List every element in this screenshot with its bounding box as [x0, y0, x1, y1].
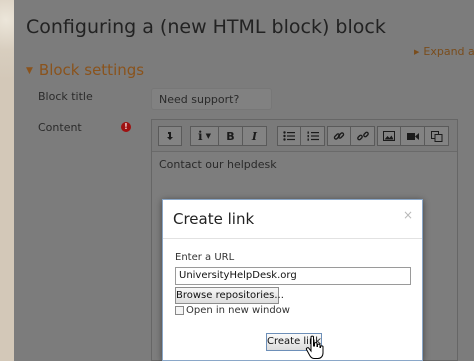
italic-label: I — [251, 129, 258, 143]
unlink-icon[interactable] — [351, 126, 375, 146]
bold-label: B — [226, 129, 235, 143]
collapse-caret-icon: ▼ — [26, 66, 33, 76]
collapse-toolbar-icon[interactable] — [158, 126, 182, 146]
unordered-list-icon[interactable] — [277, 126, 301, 146]
create-link-dialog: Create link × Enter a URL UniversityHelp… — [162, 199, 423, 361]
image-icon[interactable] — [377, 126, 401, 146]
block-title-input[interactable]: Need support? — [151, 88, 272, 110]
content-label: Content — [38, 121, 82, 134]
browse-repositories-button[interactable]: Browse repositories... — [175, 287, 284, 304]
url-label: Enter a URL — [175, 252, 235, 263]
media-icon[interactable] — [401, 126, 425, 146]
close-icon[interactable]: × — [403, 208, 413, 222]
ordered-list-icon[interactable] — [301, 126, 325, 146]
link-icon[interactable] — [327, 126, 351, 146]
dialog-title: Create link — [173, 210, 255, 228]
block-settings-label: Block settings — [38, 61, 145, 79]
open-new-window-option[interactable]: Open in new window — [175, 305, 290, 316]
expand-all-link[interactable]: ▶Expand all — [414, 45, 474, 58]
open-new-window-label: Open in new window — [186, 305, 290, 316]
url-input[interactable]: UniversityHelpDesk.org — [175, 267, 411, 285]
italic-icon[interactable]: I — [243, 126, 267, 146]
editor-content-text: Contact our helpdesk — [159, 158, 277, 171]
block-title-label: Block title — [38, 90, 93, 103]
hand-pointer-cursor-icon — [305, 335, 324, 359]
expand-triangle-icon: ▶ — [414, 48, 420, 56]
open-new-window-checkbox[interactable] — [175, 306, 184, 315]
page-title: Configuring a (new HTML block) block — [26, 16, 386, 38]
dialog-divider — [163, 238, 422, 239]
bold-icon[interactable]: B — [219, 126, 243, 146]
editor-toolbar: i ▼ B I — [152, 120, 457, 152]
block-settings-header[interactable]: ▼ Block settings — [26, 61, 144, 79]
required-icon: ! — [121, 122, 131, 132]
manage-files-icon[interactable] — [425, 126, 449, 146]
info-paragraph-style-icon[interactable]: i ▼ — [190, 126, 219, 146]
expand-all-label: Expand all — [423, 45, 474, 58]
